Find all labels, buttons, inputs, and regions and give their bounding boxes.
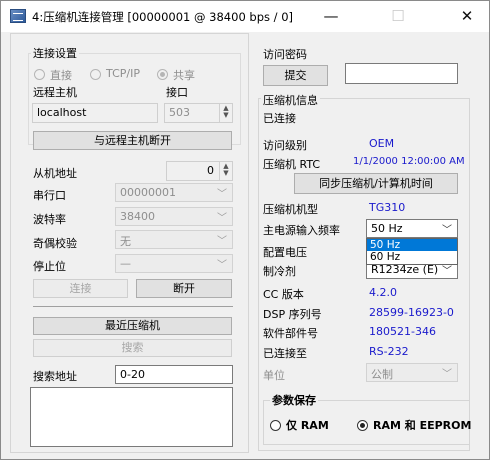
divider xyxy=(33,306,233,307)
baud-rate-value: 38400 xyxy=(120,210,155,223)
radio-tcpip xyxy=(90,69,101,80)
dropdown-option[interactable]: 50 Hz xyxy=(367,239,457,251)
units-label: 单位 xyxy=(263,369,285,382)
parity-value: 无 xyxy=(120,235,131,248)
rtc-value: 1/1/2000 12:00:00 AM xyxy=(353,156,465,167)
serial-port-select: 00000001 ﹀ xyxy=(115,183,233,202)
radio-ram-only[interactable] xyxy=(270,420,281,431)
port-input: 503 ▲ ▼ xyxy=(164,103,233,123)
maximize-button: ☐ xyxy=(391,7,405,25)
chevron-down-icon: ﹀ xyxy=(217,260,227,271)
baud-rate-select: 38400 ﹀ xyxy=(115,207,233,226)
connected-to-value: RS-232 xyxy=(369,345,409,358)
slave-address-value: 0 xyxy=(207,164,214,177)
sync-time-button[interactable]: 同步压缩机/计算机时间 xyxy=(294,173,458,194)
connected-to-label: 已连接至 xyxy=(263,347,307,360)
units-select: 公制 ﹀ xyxy=(366,363,458,382)
connection-status: 已连接 xyxy=(263,112,296,125)
window-title: 4:压缩机连接管理 [00000001 @ 38400 bps / 0] xyxy=(32,10,293,24)
voltage-label: 配置电压 xyxy=(263,246,307,259)
search-results-box[interactable] xyxy=(30,387,233,447)
chevron-down-icon: ﹀ xyxy=(217,213,227,224)
search-address-label: 搜索地址 xyxy=(33,370,77,383)
cc-version-label: CC 版本 xyxy=(263,288,304,301)
chevron-down-icon: ﹀ xyxy=(442,369,452,380)
submit-password-button[interactable]: 提交 xyxy=(263,65,328,86)
search-button: 搜索 xyxy=(33,339,232,357)
recent-compressor-button[interactable]: 最近压缩机 xyxy=(33,317,232,335)
stop-bits-label: 停止位 xyxy=(33,260,66,273)
radio-ram-eeprom[interactable] xyxy=(357,420,368,431)
rtc-label: 压缩机 RTC xyxy=(263,158,321,171)
radio-ram-only-label[interactable]: 仅 RAM xyxy=(286,417,329,433)
model-label: 压缩机机型 xyxy=(263,203,318,216)
remote-host-input: localhost xyxy=(32,103,158,123)
password-input[interactable] xyxy=(345,63,458,84)
stop-bits-select: — ﹀ xyxy=(115,254,233,273)
remote-host-label: 远程主机 xyxy=(33,86,77,99)
mains-frequency-dropdown[interactable]: 50 Hz 60 Hz xyxy=(366,238,458,265)
disconnect-button[interactable]: 断开 xyxy=(136,279,232,298)
stop-bits-value: — xyxy=(120,257,131,270)
parity-select: 无 ﹀ xyxy=(115,230,233,249)
port-label: 接口 xyxy=(166,86,188,99)
radio-tcpip-label: TCP/IP xyxy=(106,67,140,80)
compressor-info-title: 压缩机信息 xyxy=(261,92,320,108)
connect-button: 连接 xyxy=(33,279,128,298)
chevron-down-icon[interactable]: ﹀ xyxy=(442,221,452,236)
mains-frequency-label: 主电源输入频率 xyxy=(263,224,340,237)
radio-ram-eeprom-label[interactable]: RAM 和 EEPROM xyxy=(373,417,471,433)
dropdown-option[interactable]: 60 Hz xyxy=(367,251,457,263)
save-params-title: 参数保存 xyxy=(270,392,318,408)
refrigerant-label: 制冷剂 xyxy=(263,265,296,278)
parity-label: 奇偶校验 xyxy=(33,237,77,250)
access-level-label: 访问级别 xyxy=(263,139,307,152)
cc-version-value: 4.2.0 xyxy=(369,286,397,299)
disconnect-remote-button[interactable]: 与远程主机断开 xyxy=(33,131,232,150)
slave-address-input[interactable]: 0 ▲ ▼ xyxy=(166,161,233,181)
connection-manager-window: 4:压缩机连接管理 [00000001 @ 38400 bps / 0] — ☐… xyxy=(0,0,490,460)
model-value: TG310 xyxy=(369,201,406,214)
title-bar[interactable]: 4:压缩机连接管理 [00000001 @ 38400 bps / 0] — ☐… xyxy=(1,1,489,32)
dsp-serial-label: DSP 序列号 xyxy=(263,308,322,321)
dsp-serial-value: 28599-16923-0 xyxy=(369,306,454,319)
software-part-label: 软件部件号 xyxy=(263,327,318,340)
slave-address-label: 从机地址 xyxy=(33,167,77,180)
access-level-value: OEM xyxy=(369,137,395,150)
radio-shared-label: 共享 xyxy=(173,69,195,82)
connection-settings-title: 连接设置 xyxy=(31,45,79,61)
radio-direct-label: 直接 xyxy=(50,69,72,82)
search-address-input[interactable]: 0-20 xyxy=(115,365,233,384)
chevron-down-icon: ﹀ xyxy=(217,236,227,247)
radio-direct xyxy=(34,69,45,80)
slave-address-spinner-icon[interactable]: ▲ ▼ xyxy=(219,162,232,180)
mains-frequency-select[interactable]: 50 Hz ﹀ xyxy=(366,219,458,238)
software-part-value: 180521-346 xyxy=(369,325,436,338)
chevron-down-icon: ﹀ xyxy=(217,189,227,200)
serial-port-label: 串行口 xyxy=(33,189,66,202)
radio-shared xyxy=(157,69,168,80)
minimize-button[interactable]: — xyxy=(309,1,353,32)
app-icon xyxy=(10,9,26,23)
port-value: 503 xyxy=(169,106,190,119)
port-spinner-icon: ▲ ▼ xyxy=(219,104,232,122)
baud-rate-label: 波特率 xyxy=(33,213,66,226)
serial-port-value: 00000001 xyxy=(120,186,176,199)
units-value: 公制 xyxy=(371,368,393,381)
password-title: 访问密码 xyxy=(263,48,307,61)
mains-frequency-value: 50 Hz xyxy=(371,222,403,235)
close-button[interactable]: ✕ xyxy=(445,1,489,32)
